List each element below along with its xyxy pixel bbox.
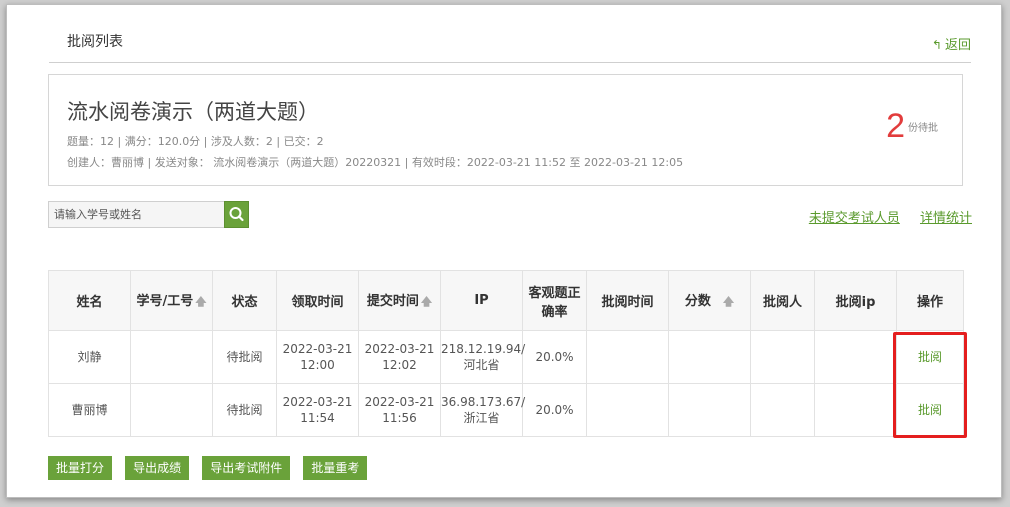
submit-clock: 11:56 <box>382 411 417 425</box>
cell-ip: 218.12.19.94/河北省 <box>440 330 526 384</box>
receive-date: 2022-03-21 <box>282 395 353 409</box>
cell-score <box>668 383 751 437</box>
col-reviewer-label: 批阅人 <box>762 295 802 310</box>
pending-label: 份待批 <box>908 123 938 134</box>
details-link[interactable]: 详情统计 <box>920 211 972 226</box>
col-submit-time-label: 提交时间 <box>366 293 419 309</box>
col-ip-label: IP <box>474 293 489 308</box>
cell-objective-rate: 20.0% <box>522 383 587 437</box>
col-objective-rate-label: 客观题正确率 <box>528 285 581 320</box>
ip-address: 36.98.173.67/ <box>441 395 526 409</box>
table-row: 曹丽博 待批阅 2022-03-21 11:54 2022-03-21 11:56 … <box>48 383 964 437</box>
pending-count: 2 <box>886 107 905 145</box>
col-review-time-label: 批阅时间 <box>601 295 654 310</box>
review-table: 姓名 学号/工号 🡅 状态 领取时间 提交时间 🡅 IP 客观题正确率 批阅时间 分… <box>48 270 964 437</box>
receive-clock: 12:00 <box>300 358 335 372</box>
cell-student-id <box>130 383 213 437</box>
cell-receive-time: 2022-03-21 11:54 <box>276 383 359 437</box>
batch-retake-button[interactable]: 批量重考 <box>303 456 368 480</box>
exam-meta-stats: 题量：12 | 满分：120.0分 | 涉及人数：2 | 已交：2 <box>67 135 324 148</box>
col-reviewer: 批阅人 <box>750 270 815 331</box>
review-link[interactable]: 批阅 <box>918 403 942 417</box>
page-title: 批阅列表 <box>67 34 123 50</box>
export-scores-button[interactable]: 导出成绩 <box>125 456 190 480</box>
ip-address: 218.12.19.94/ <box>441 342 526 356</box>
submit-clock: 12:02 <box>382 358 417 372</box>
pending-counter: 2 份待批 <box>886 107 938 146</box>
search-box <box>48 201 249 228</box>
col-objective-rate: 客观题正确率 <box>522 270 587 331</box>
exam-title: 流水阅卷演示（两道大题） <box>67 100 319 124</box>
col-review-time: 批阅时间 <box>586 270 669 331</box>
exam-summary: 流水阅卷演示（两道大题） 题量：12 | 满分：120.0分 | 涉及人数：2 … <box>48 74 963 186</box>
sort-up-arrow-icon[interactable]: 🡅 <box>195 295 206 308</box>
sort-up-arrow-icon[interactable]: 🡅 <box>421 295 432 308</box>
col-ip: IP <box>440 270 523 331</box>
col-receive-time: 领取时间 <box>276 270 359 331</box>
cell-ip: 36.98.173.67/浙江省 <box>440 383 526 437</box>
search-icon <box>229 207 244 222</box>
cell-reviewer <box>750 330 815 384</box>
search-button[interactable] <box>224 201 249 228</box>
submit-date: 2022-03-21 <box>364 395 435 409</box>
submit-date: 2022-03-21 <box>364 342 435 356</box>
back-label: 返回 <box>944 38 971 53</box>
col-name-label: 姓名 <box>76 295 103 310</box>
col-score-label: 分数 <box>684 293 711 309</box>
receive-date: 2022-03-21 <box>282 342 353 356</box>
export-attachments-button[interactable]: 导出考试附件 <box>202 456 291 480</box>
batch-score-button[interactable]: 批量打分 <box>48 456 113 480</box>
col-action: 操作 <box>896 270 964 331</box>
cell-submit-time: 2022-03-21 12:02 <box>358 330 441 384</box>
sort-up-arrow-icon[interactable]: 🡅 <box>723 295 734 308</box>
cell-student-id <box>130 330 213 384</box>
col-action-label: 操作 <box>916 295 943 310</box>
cell-objective-rate: 20.0% <box>522 330 587 384</box>
cell-reviewer <box>750 383 815 437</box>
cell-receive-time: 2022-03-21 12:00 <box>276 330 359 384</box>
col-score[interactable]: 分数 🡅 <box>668 270 751 331</box>
col-review-ip: 批阅ip <box>814 270 897 331</box>
cell-action: 批阅 <box>896 383 964 437</box>
col-receive-time-label: 领取时间 <box>291 295 344 310</box>
cell-review-time <box>586 383 669 437</box>
cell-score <box>668 330 751 384</box>
cell-submit-time: 2022-03-21 11:56 <box>358 383 441 437</box>
table-header-row: 姓名 学号/工号 🡅 状态 领取时间 提交时间 🡅 IP 客观题正确率 批阅时间 分… <box>48 270 964 331</box>
col-name: 姓名 <box>48 270 131 331</box>
cell-name: 曹丽博 <box>48 383 131 437</box>
table-row: 刘静 待批阅 2022-03-21 12:00 2022-03-21 12:02 2… <box>48 330 964 384</box>
col-student-id[interactable]: 学号/工号 🡅 <box>130 270 213 331</box>
col-submit-time[interactable]: 提交时间 🡅 <box>358 270 441 331</box>
back-link[interactable]: ↰ 返回 <box>932 34 971 53</box>
col-status: 状态 <box>212 270 277 331</box>
exam-meta-info: 创建人：曹丽博 | 发送对象： 流水阅卷演示（两道大题）20220321 | 有… <box>67 156 684 169</box>
cell-review-ip <box>814 330 897 384</box>
col-student-id-label: 学号/工号 <box>136 293 194 309</box>
unsubmitted-link[interactable]: 未提交考试人员 <box>809 211 900 226</box>
top-links: 未提交考试人员 详情统计 <box>793 207 972 226</box>
cell-review-time <box>586 330 669 384</box>
col-review-ip-label: 批阅ip <box>835 295 876 310</box>
cell-review-ip <box>814 383 897 437</box>
cell-action: 批阅 <box>896 330 964 384</box>
cell-status: 待批阅 <box>212 330 277 384</box>
search-input[interactable] <box>48 201 224 228</box>
cell-status: 待批阅 <box>212 383 277 437</box>
ip-region: 河北省 <box>463 358 500 372</box>
bottom-toolbar: 批量打分 导出成绩 导出考试附件 批量重考 <box>48 456 375 480</box>
col-status-label: 状态 <box>231 295 258 310</box>
review-link[interactable]: 批阅 <box>918 350 942 364</box>
ip-region: 浙江省 <box>463 411 500 425</box>
back-arrow-icon: ↰ <box>931 38 942 52</box>
receive-clock: 11:54 <box>300 411 335 425</box>
page-header: 批阅列表 ↰ 返回 <box>49 21 971 63</box>
cell-name: 刘静 <box>48 330 131 384</box>
